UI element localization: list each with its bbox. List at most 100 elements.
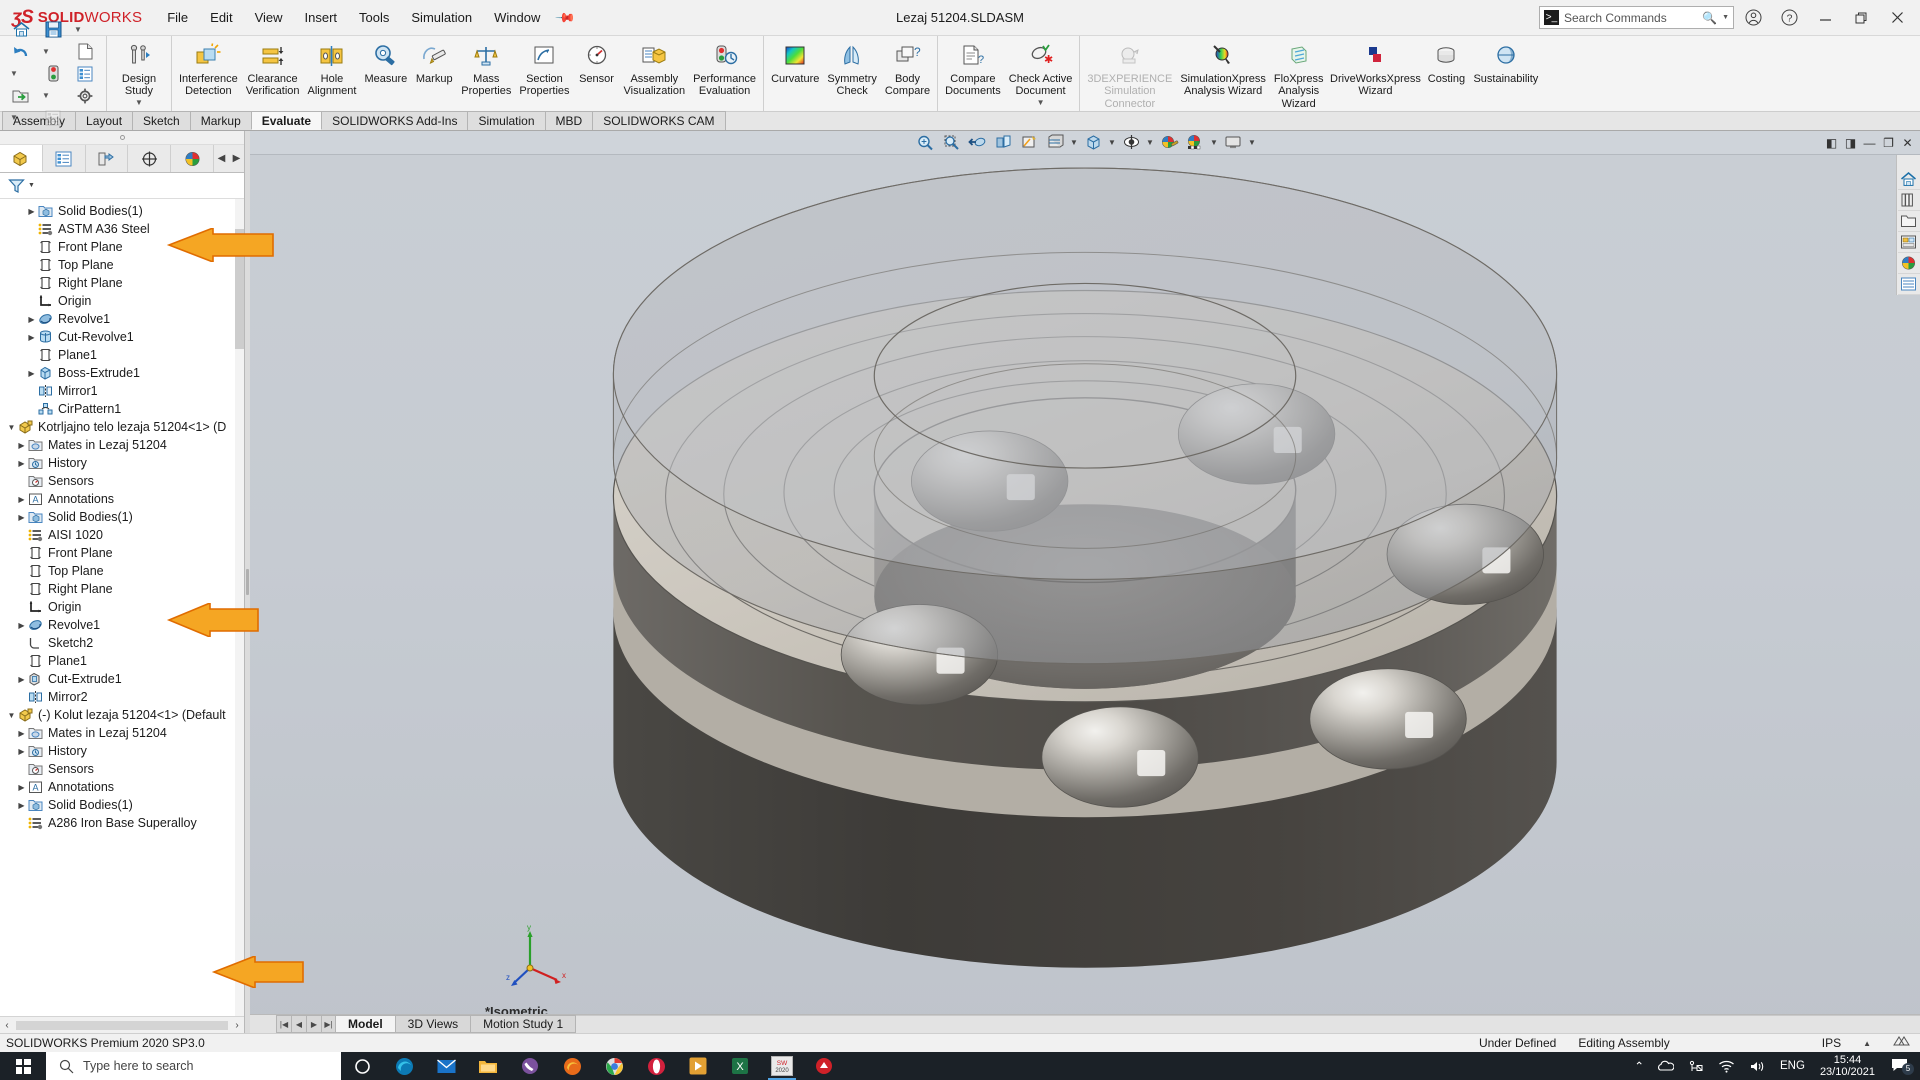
expand-chevron-icon[interactable]: ▶ bbox=[16, 459, 27, 468]
feature-tree-item[interactable]: AISI 1020 bbox=[0, 526, 244, 544]
tab-solidworks-cam[interactable]: SOLIDWORKS CAM bbox=[592, 111, 726, 130]
tab-scroll-right-icon[interactable]: ▶ bbox=[229, 145, 244, 172]
expand-chevron-icon[interactable]: ▶ bbox=[26, 207, 37, 216]
filter-dropdown-caret-icon[interactable]: ▼ bbox=[28, 182, 35, 189]
viber-icon[interactable] bbox=[509, 1052, 551, 1080]
doc-tab-motion-study-1[interactable]: Motion Study 1 bbox=[471, 1015, 577, 1033]
hole-alignment-button[interactable]: Hole Alignment bbox=[304, 38, 361, 101]
solidworks-icon[interactable]: SW 2020 bbox=[761, 1052, 803, 1080]
hide-show-caret-icon[interactable]: ▼ bbox=[1145, 138, 1156, 147]
feature-manager-tab-scroll[interactable]: ◀ ▶ bbox=[214, 145, 244, 172]
feature-manager-tab[interactable] bbox=[0, 145, 43, 172]
feature-tree-item[interactable]: ▶ A Annotations bbox=[0, 490, 244, 508]
last-tab-icon[interactable]: ▶| bbox=[321, 1015, 336, 1033]
opera-icon[interactable] bbox=[635, 1052, 677, 1080]
sensor-button[interactable]: Sensor bbox=[574, 38, 620, 88]
options-list-button[interactable] bbox=[70, 63, 100, 85]
feature-tree-item[interactable]: Right Plane bbox=[0, 580, 244, 598]
appearances-scenes-icon[interactable] bbox=[1897, 253, 1920, 274]
tab-simulation[interactable]: Simulation bbox=[467, 111, 546, 130]
feature-tree-item[interactable]: CirPattern1 bbox=[0, 400, 244, 418]
help-icon[interactable]: ? bbox=[1772, 3, 1806, 33]
display-manager-tab[interactable] bbox=[171, 145, 214, 172]
expand-chevron-icon[interactable]: ▶ bbox=[16, 729, 27, 738]
menu-insert[interactable]: Insert bbox=[294, 6, 349, 29]
view-orientation-button[interactable] bbox=[1017, 132, 1042, 153]
sustainability-button[interactable]: Sustainability bbox=[1469, 38, 1542, 88]
performance-evaluation-button[interactable]: Performance Evaluation bbox=[689, 38, 760, 101]
pin-icon[interactable]: 📌 bbox=[554, 6, 577, 29]
volume-icon[interactable] bbox=[1742, 1060, 1773, 1073]
hscroll-right-icon[interactable]: › bbox=[230, 1020, 244, 1031]
custom-properties-icon[interactable] bbox=[1897, 274, 1920, 295]
tab-scroll-left-icon[interactable]: ◀ bbox=[214, 145, 229, 172]
tab-navigation-buttons[interactable]: |◀ ◀ ▶ ▶| bbox=[276, 1015, 336, 1033]
feature-tree-item[interactable]: ▶ Revolve1 bbox=[0, 616, 244, 634]
feature-tree-item[interactable]: Mirror1 bbox=[0, 382, 244, 400]
expand-chevron-icon[interactable]: ▶ bbox=[16, 801, 27, 810]
doc-restore-icon[interactable]: ❐ bbox=[1879, 136, 1898, 150]
feature-tree-item[interactable]: ▶ Revolve1 bbox=[0, 310, 244, 328]
apply-scene-button[interactable] bbox=[1183, 132, 1208, 153]
close-window-button[interactable] bbox=[1880, 3, 1914, 33]
display-style-caret-icon[interactable]: ▼ bbox=[1069, 138, 1080, 147]
undo-dropdown-caret-icon[interactable]: ▼ bbox=[38, 41, 54, 63]
expand-chevron-icon[interactable]: ▶ bbox=[16, 675, 27, 684]
configuration-manager-tab[interactable] bbox=[86, 145, 129, 172]
home-button[interactable] bbox=[6, 19, 36, 41]
restore-window-button[interactable] bbox=[1844, 3, 1878, 33]
tab-solidworks-add-ins[interactable]: SOLIDWORKS Add-Ins bbox=[321, 111, 469, 130]
doc-minimize-icon[interactable]: — bbox=[1860, 136, 1879, 150]
feature-tree-item[interactable]: Mirror2 bbox=[0, 688, 244, 706]
menu-simulation[interactable]: Simulation bbox=[400, 6, 483, 29]
expand-chevron-icon[interactable]: ▶ bbox=[26, 333, 37, 342]
feature-tree-item[interactable]: ▶ A Annotations bbox=[0, 778, 244, 796]
menu-window[interactable]: Window bbox=[483, 6, 551, 29]
feature-tree-item[interactable]: Origin bbox=[0, 598, 244, 616]
menu-tools[interactable]: Tools bbox=[348, 6, 400, 29]
curvature-button[interactable]: Curvature bbox=[767, 38, 823, 88]
mail-icon[interactable] bbox=[425, 1052, 467, 1080]
feature-tree-item[interactable]: Sensors bbox=[0, 760, 244, 778]
save-button[interactable] bbox=[38, 19, 68, 41]
chrome-icon[interactable] bbox=[593, 1052, 635, 1080]
feature-tree-item[interactable]: ▶ Mates in Lezaj 51204 bbox=[0, 724, 244, 742]
feature-tree-item[interactable]: ▶ Mates in Lezaj 51204 bbox=[0, 436, 244, 454]
feature-tree-item[interactable]: ▼ (-) Kolut lezaja 51204<1> (Default bbox=[0, 706, 244, 724]
symmetry-check-button[interactable]: Symmetry Check bbox=[823, 38, 881, 101]
expand-chevron-icon[interactable]: ▶ bbox=[16, 783, 27, 792]
feature-tree-horizontal-scroll[interactable]: ‹ › bbox=[0, 1016, 244, 1033]
menu-edit[interactable]: Edit bbox=[199, 6, 243, 29]
save-dropdown-caret-icon[interactable]: ▼ bbox=[70, 19, 86, 41]
markup-button[interactable]: Markup bbox=[411, 38, 457, 88]
collapse-chevron-icon[interactable]: ▼ bbox=[6, 711, 17, 720]
compare-documents-button[interactable]: ? Compare Documents bbox=[941, 38, 1005, 101]
feature-tree-item[interactable]: ▼ Kotrljajno telo lezaja 51204<1> (D bbox=[0, 418, 244, 436]
feature-tree-item[interactable]: Plane1 bbox=[0, 652, 244, 670]
status-units[interactable]: IPS bbox=[1822, 1036, 1841, 1050]
menu-view[interactable]: View bbox=[244, 6, 294, 29]
language-indicator[interactable]: ENG bbox=[1773, 1060, 1812, 1072]
body-compare-button[interactable]: ? Body Compare bbox=[881, 38, 934, 101]
view-settings-button[interactable] bbox=[1221, 132, 1246, 153]
first-tab-icon[interactable]: |◀ bbox=[276, 1015, 291, 1033]
interference-detection-button[interactable]: Interference Detection bbox=[175, 38, 242, 101]
hscroll-left-icon[interactable]: ‹ bbox=[0, 1020, 14, 1031]
media-player-icon[interactable] bbox=[677, 1052, 719, 1080]
user-account-icon[interactable] bbox=[1736, 3, 1770, 33]
design-study-dropdown-caret-icon[interactable]: ▼ bbox=[135, 98, 143, 108]
view-orientation-caret-icon[interactable]: ▼ bbox=[1107, 138, 1118, 147]
feature-tree-item[interactable]: Right Plane bbox=[0, 274, 244, 292]
doc-tab-3d-views[interactable]: 3D Views bbox=[395, 1015, 472, 1033]
doc-close-icon[interactable]: ✕ bbox=[1898, 136, 1917, 150]
mass-properties-button[interactable]: Mass Properties bbox=[457, 38, 515, 101]
feature-tree-filter[interactable]: ▼ bbox=[0, 173, 244, 199]
usb-icon[interactable] bbox=[1681, 1060, 1711, 1073]
taskbar-search-input[interactable]: Type here to search bbox=[46, 1052, 341, 1080]
status-units-caret-icon[interactable]: ▲ bbox=[1863, 1039, 1871, 1048]
feature-tree-item[interactable]: A286 Iron Base Superalloy bbox=[0, 814, 244, 832]
start-button[interactable] bbox=[0, 1052, 46, 1080]
dimxpert-manager-tab[interactable] bbox=[128, 145, 172, 172]
feature-tree-item[interactable]: ▶ Cut-Revolve1 bbox=[0, 328, 244, 346]
floxpress-analysis-wizard-button[interactable]: FloXpress Analysis Wizard bbox=[1270, 38, 1328, 113]
